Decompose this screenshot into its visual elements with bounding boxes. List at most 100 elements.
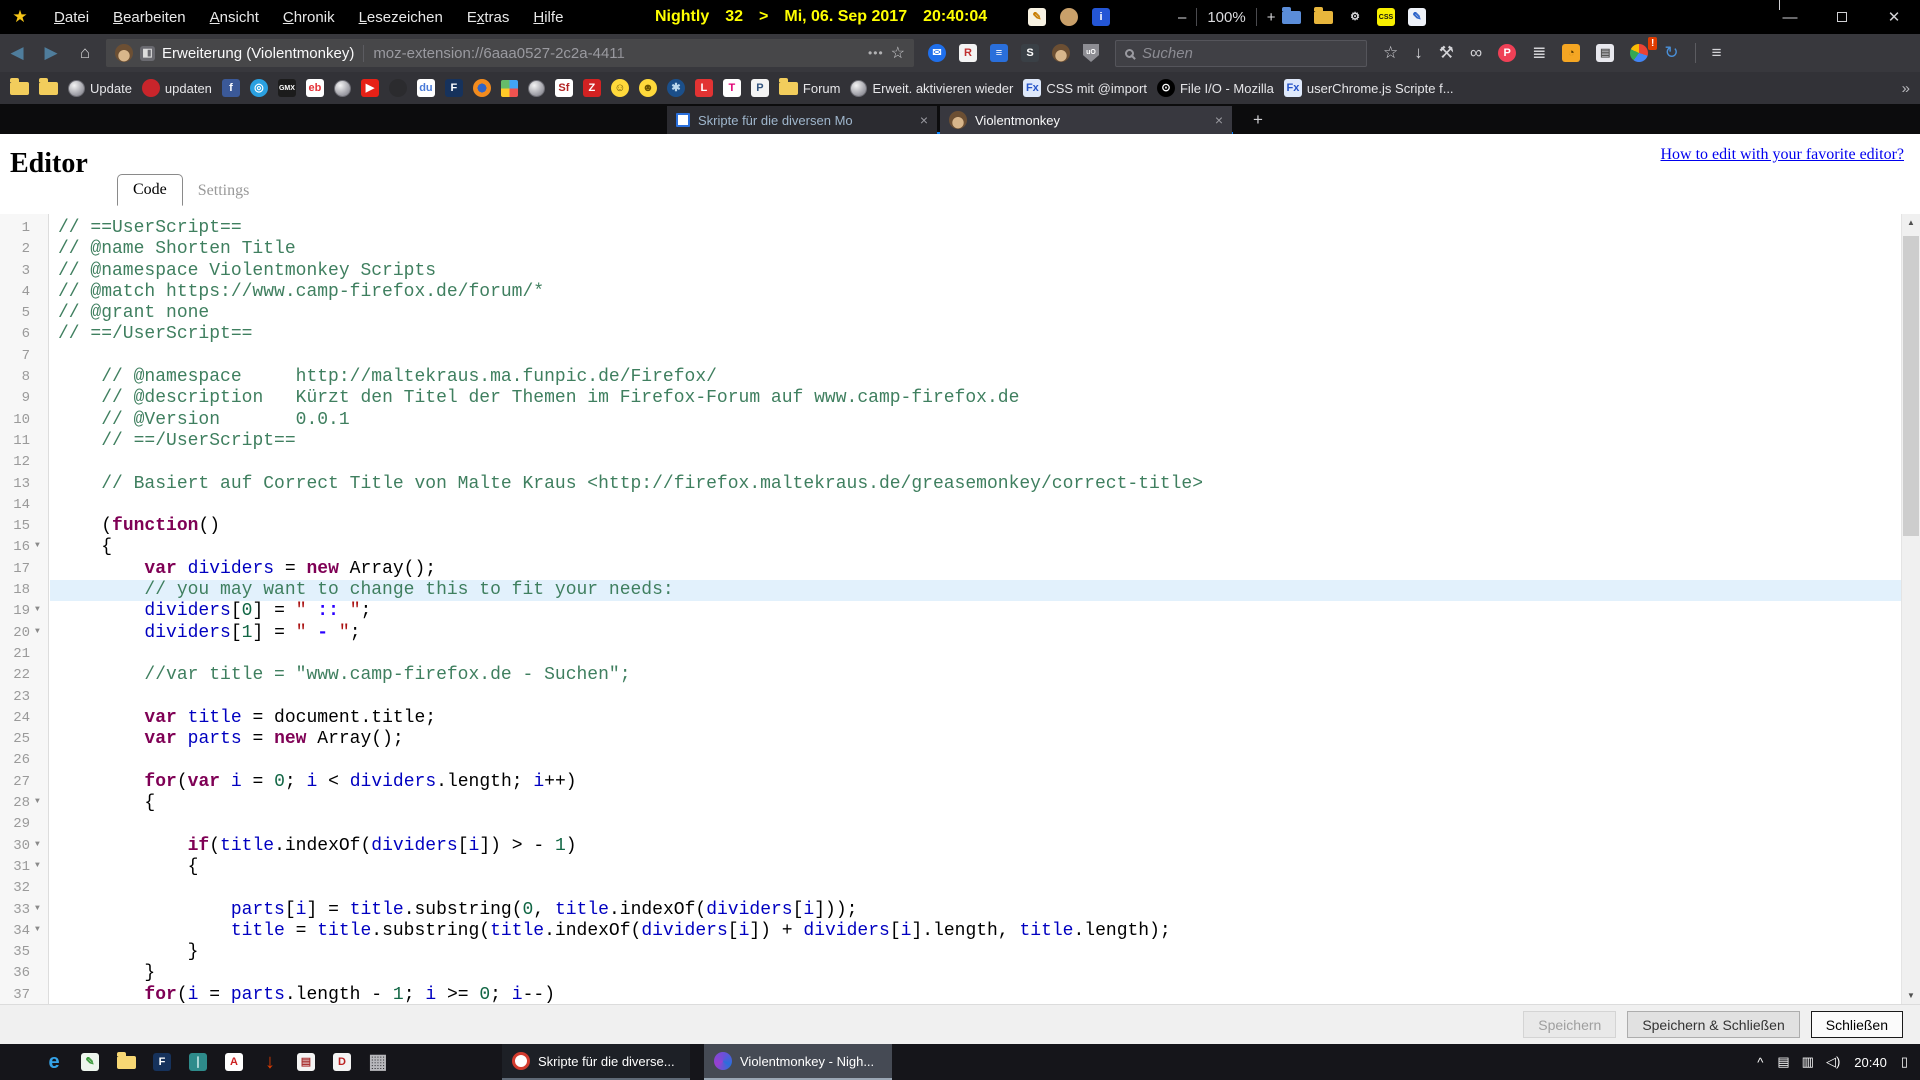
save-and-close-button[interactable]: Speichern & Schließen (1627, 1011, 1799, 1038)
fold-marker-icon[interactable]: ▼ (35, 840, 40, 849)
bookmark-ebay[interactable]: eb (306, 79, 324, 97)
code-line-4[interactable]: 4// @match https://www.camp-firefox.de/f… (0, 282, 1901, 303)
code-editor[interactable]: 1// ==UserScript==2// @name Shorten Titl… (0, 214, 1901, 1004)
fold-marker-icon[interactable]: ▼ (35, 904, 40, 913)
search-bar[interactable]: Suchen (1115, 40, 1367, 67)
bookmark-userchrome[interactable]: FxuserChrome.js Scripte f... (1284, 79, 1454, 97)
save-button[interactable]: Speichern (1523, 1011, 1616, 1038)
forward-button[interactable]: ▶ (34, 43, 68, 63)
explorer-folder-icon[interactable] (108, 1044, 144, 1080)
bookmark-smiley[interactable]: ☺ (611, 79, 629, 97)
url-text[interactable]: moz-extension://6aaa0527-2c2a-4411 (373, 45, 673, 62)
bookmark-sf[interactable]: Sf (555, 79, 573, 97)
code-line-16[interactable]: 16▼ { (0, 537, 1901, 558)
book-icon[interactable]: ❘ (180, 1044, 216, 1080)
restore-button[interactable] (1816, 0, 1868, 34)
code-line-23[interactable]: 23 (0, 687, 1901, 708)
code-line-34[interactable]: 34▼ title = title.substring(title.indexO… (0, 921, 1901, 942)
bookmark-p-tile[interactable]: P (751, 79, 769, 97)
fold-marker-icon[interactable]: ▼ (35, 541, 40, 550)
zoom-level[interactable]: 100% (1207, 9, 1245, 26)
code-line-1[interactable]: 1// ==UserScript== (0, 218, 1901, 239)
code-line-14[interactable]: 14 (0, 495, 1901, 516)
action-center-icon[interactable]: ▯ (1901, 1054, 1908, 1070)
browser-update-badge-icon[interactable]: ! (1630, 44, 1648, 62)
bookmark-erweit[interactable]: Erweit. aktivieren wieder (850, 79, 1013, 97)
menu-ansicht[interactable]: Ansicht (198, 9, 271, 26)
code-line-26[interactable]: 26 (0, 750, 1901, 771)
bookmark-globe[interactable] (334, 79, 351, 97)
url-bar[interactable]: ◧ Erweiterung (Violentmonkey) moz-extens… (106, 39, 914, 67)
bookmark-smiley-laugh[interactable]: ☻ (639, 79, 657, 97)
code-line-22[interactable]: 22 //var title = "www.camp-firefox.de - … (0, 665, 1901, 686)
back-button[interactable]: ◀ (0, 43, 34, 63)
bookmark-update[interactable]: Update (68, 79, 132, 97)
code-line-5[interactable]: 5// @grant none (0, 303, 1901, 324)
notes-pencil-icon[interactable]: ✎ (1028, 8, 1046, 26)
tray-volume-icon[interactable]: ◁) (1826, 1054, 1840, 1070)
tray-chevron-icon[interactable]: ^ (1757, 1055, 1763, 1070)
clock[interactable]: 20:40 (1854, 1055, 1887, 1070)
edge-icon[interactable]: e (36, 1044, 72, 1080)
scrollbar-thumb[interactable] (1903, 236, 1919, 536)
bookmark-folder[interactable] (10, 79, 29, 97)
code-line-24[interactable]: 24 var title = document.title; (0, 708, 1901, 729)
bookmark-facebook[interactable]: f (222, 79, 240, 97)
home-button[interactable]: ⌂ (68, 43, 102, 63)
code-line-31[interactable]: 31▼ { (0, 857, 1901, 878)
mask-icon[interactable]: ∞ (1470, 43, 1482, 63)
code-line-7[interactable]: 7 (0, 346, 1901, 367)
css-badge-icon[interactable]: CSS (1377, 8, 1395, 26)
code-line-3[interactable]: 3// @namespace Violentmonkey Scripts (0, 261, 1901, 282)
hamburger-menu-icon[interactable]: ≡ (1712, 43, 1722, 63)
d-tile-icon[interactable]: D (324, 1044, 360, 1080)
bookmark-blue-ring[interactable]: ◎ (250, 79, 268, 97)
vertical-scrollbar[interactable]: ▲ ▼ (1901, 214, 1920, 1004)
ublock-shield-icon[interactable]: uO (1083, 44, 1099, 62)
editor-tab-code[interactable]: Code (117, 174, 183, 206)
fold-marker-icon[interactable]: ▼ (35, 797, 40, 806)
tray-window-icon[interactable]: ▤ (1777, 1054, 1789, 1070)
list-window-icon[interactable]: ≡ (990, 44, 1008, 62)
code-line-25[interactable]: 25 var parts = new Array(); (0, 729, 1901, 750)
code-line-36[interactable]: 36 } (0, 963, 1901, 984)
code-line-13[interactable]: 13 // Basiert auf Correct Title von Malt… (0, 474, 1901, 495)
code-line-27[interactable]: 27 for(var i = 0; i < dividers.length; i… (0, 772, 1901, 793)
code-line-12[interactable]: 12 (0, 452, 1901, 473)
sidebar-page-icon[interactable]: ▤ (1596, 44, 1614, 62)
zoom-out-button[interactable]: – (1178, 9, 1186, 26)
page-actions-icon[interactable]: ••• (868, 46, 884, 60)
bookmark-color-tiles[interactable] (501, 79, 518, 97)
fold-marker-icon[interactable]: ▼ (35, 627, 40, 636)
info-icon[interactable]: i (1092, 8, 1110, 26)
bookmark-css-import[interactable]: FxCSS mit @import (1023, 79, 1147, 97)
code-line-17[interactable]: 17 var dividers = new Array(); (0, 559, 1901, 580)
start-button[interactable] (0, 1044, 36, 1080)
bookmark-youtube[interactable]: ▶ (361, 79, 379, 97)
tray-network-icon[interactable]: ▥ (1802, 1054, 1814, 1070)
paw-icon[interactable] (1060, 8, 1078, 26)
thunderbird-icon[interactable]: ✉ (928, 44, 946, 62)
close-button[interactable]: ✕ (1868, 0, 1920, 34)
menu-lesezeichen[interactable]: Lesezeichen (347, 9, 455, 26)
scroll-up-arrow-icon[interactable]: ▲ (1902, 214, 1920, 231)
code-line-30[interactable]: 30▼ if(title.indexOf(dividers[i]) > - 1) (0, 836, 1901, 857)
notepad-icon[interactable]: ✎ (72, 1044, 108, 1080)
red-figure-icon[interactable]: R (959, 44, 977, 62)
menu-datei[interactable]: Datei (42, 9, 101, 26)
zoom-in-button[interactable]: + (1267, 9, 1276, 26)
code-line-8[interactable]: 8 // @namespace http://maltekraus.ma.fun… (0, 367, 1901, 388)
menu-chronik[interactable]: Chronik (271, 9, 347, 26)
code-line-6[interactable]: 6// ==/UserScript== (0, 324, 1901, 345)
new-tab-button[interactable]: + (1243, 106, 1273, 134)
code-line-15[interactable]: 15 (function() (0, 516, 1901, 537)
bookmark-updaten[interactable]: updaten (142, 79, 212, 97)
bookmark-folder[interactable] (39, 79, 58, 97)
bookmark-star-icon[interactable]: ☆ (891, 43, 905, 63)
code-line-11[interactable]: 11 // ==/UserScript== (0, 431, 1901, 452)
pocket-icon[interactable]: P (1498, 44, 1516, 62)
bookmark-blue-globe[interactable]: ✱ (667, 79, 685, 97)
code-line-2[interactable]: 2// @name Shorten Title (0, 239, 1901, 260)
tab-violentmonkey[interactable]: Violentmonkey× (940, 106, 1232, 134)
extension-orange-icon[interactable]: ◔ (1562, 44, 1580, 62)
